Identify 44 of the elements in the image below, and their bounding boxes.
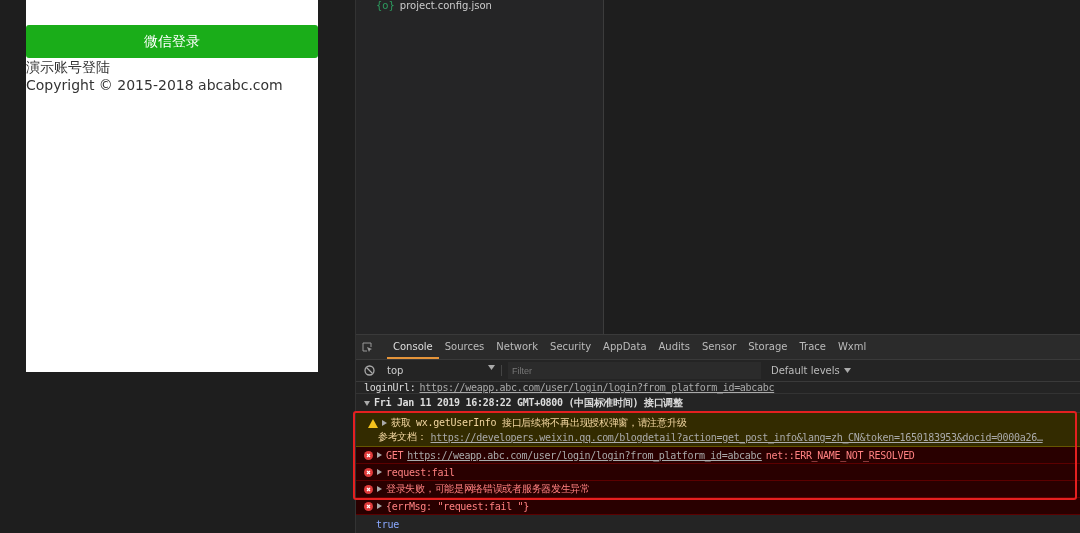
- error-message: 登录失败，可能是网络错误或者服务器发生异常: [386, 482, 590, 496]
- log-link[interactable]: https://weapp.abc.com/user/login/login?from_platform_id=abcabc: [419, 382, 775, 393]
- devtools-tab[interactable]: Network: [490, 335, 545, 359]
- caret-icon[interactable]: [377, 469, 382, 475]
- devtools-tab[interactable]: Console: [387, 335, 439, 359]
- devtools-tab[interactable]: Trace: [793, 335, 832, 359]
- error-message: request:fail: [386, 466, 455, 478]
- levels-select[interactable]: Default levels: [771, 365, 851, 376]
- file-item[interactable]: {o} project.config.json: [376, 0, 492, 12]
- error-icon: [364, 484, 373, 494]
- warning-icon: [368, 418, 378, 428]
- filter-field[interactable]: Filter: [508, 362, 761, 379]
- error-icon: [364, 467, 373, 477]
- context-select[interactable]: top: [387, 365, 502, 376]
- result-value: true: [376, 518, 399, 530]
- warning-message: 获取 wx.getUserInfo 接口后续将不再出现授权弹窗，请注意升级: [391, 416, 687, 430]
- error-message: {errMsg: "request:fail "}: [386, 500, 529, 512]
- log-label: loginUrl:: [364, 382, 416, 393]
- error-icon: [364, 501, 373, 511]
- copyright-text: Copyright © 2015-2018 abcabc.com: [26, 76, 283, 94]
- error-code: net::ERR_NAME_NOT_RESOLVED: [765, 449, 915, 461]
- devtools-tab[interactable]: Sources: [438, 335, 491, 359]
- error-message: GET: [386, 449, 404, 461]
- devtools-tab[interactable]: Sensor: [695, 335, 743, 359]
- devtools-tab[interactable]: Storage: [742, 335, 794, 359]
- caret-icon[interactable]: [377, 486, 382, 492]
- inspect-icon[interactable]: [362, 341, 373, 353]
- request-link[interactable]: https://weapp.abc.com/user/login/login?from_platform_id=abcabc: [407, 449, 762, 461]
- reference-label: 参考文档：: [378, 430, 427, 444]
- group-title: Fri Jan 11 2019 16:28:22 GMT+0800 (中国标准时间) 接口调整: [374, 396, 683, 410]
- devtools-tab[interactable]: AppData: [597, 335, 653, 359]
- devtools-tab[interactable]: Audits: [652, 335, 696, 359]
- devtools-tab[interactable]: Wxml: [831, 335, 873, 359]
- reference-link[interactable]: https://developers.weixin.qq.com/blogdetail?action=get_post_info&lang=zh_CN&token=1650183953&docid=0000a26…: [430, 431, 1043, 443]
- demo-login-link[interactable]: 演示账号登陆: [26, 58, 110, 76]
- dropdown-icon: [843, 368, 851, 373]
- caret-icon[interactable]: [364, 400, 370, 406]
- caret-icon[interactable]: [377, 452, 382, 458]
- error-icon: [364, 450, 373, 460]
- caret-icon[interactable]: [377, 503, 382, 509]
- clear-icon[interactable]: [364, 365, 375, 376]
- caret-icon[interactable]: [382, 420, 387, 426]
- devtools-tab[interactable]: Security: [544, 335, 598, 359]
- dropdown-icon: [488, 365, 495, 370]
